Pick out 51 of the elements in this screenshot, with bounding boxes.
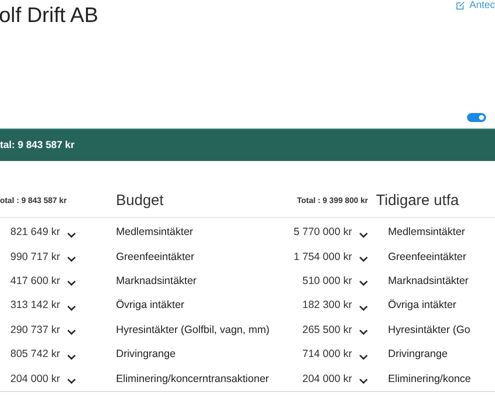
amount-cell-text: 5 770 000 kr xyxy=(292,226,352,238)
column-total: otal : 9 843 587 kr xyxy=(0,196,67,204)
amount-cell-text: 182 300 kr xyxy=(301,299,352,312)
amount-cell-text: 265 500 kr xyxy=(301,324,352,336)
chevron-down-icon[interactable] xyxy=(67,256,76,262)
account-name: Eliminering/konce xyxy=(387,372,472,385)
account-name: Övriga intäkter xyxy=(116,299,186,312)
chevron-down-icon[interactable] xyxy=(359,256,368,262)
toggle-switch[interactable] xyxy=(467,112,486,122)
amount-cell-text: 313 142 kr xyxy=(9,299,60,312)
page-title: olf Drift AB xyxy=(0,4,98,28)
amount-cell-text: 1 754 000 kr xyxy=(292,250,352,263)
chevron-down-icon[interactable] xyxy=(67,378,76,384)
account-name: Hyresintäkter (Golfbil, vagn, mm) xyxy=(116,324,270,336)
edit-icon xyxy=(456,1,466,10)
amount-cell-text: 290 737 kr xyxy=(9,324,60,336)
chevron-down-icon[interactable] xyxy=(67,304,76,311)
summary-total: tal: 9 843 587 kr xyxy=(0,140,74,150)
account-name: Eliminering/koncerntransaktioner xyxy=(116,372,270,385)
amount-cell-text: 204 000 kr xyxy=(9,372,60,385)
chevron-down-icon[interactable] xyxy=(67,280,76,286)
chevron-down-icon[interactable] xyxy=(359,378,368,384)
account-name: Drivingrange xyxy=(387,348,449,360)
amount-cell-text: 805 742 kr xyxy=(9,348,60,360)
account-name: Marknadsintäkter xyxy=(116,274,198,287)
chevron-down-icon[interactable] xyxy=(67,329,76,336)
chevron-down-icon[interactable] xyxy=(359,232,368,238)
chevron-down-icon[interactable] xyxy=(67,232,76,238)
amount-cell-text: 990 717 kr xyxy=(9,250,60,263)
column-heading: Budget xyxy=(116,192,164,208)
chevron-down-icon[interactable] xyxy=(359,280,368,286)
amount-cell-text: 510 000 kr xyxy=(301,274,352,287)
account-name: Greenfeeintäkter xyxy=(116,250,196,263)
notes-link[interactable]: Antec xyxy=(456,0,495,11)
account-name: Övriga intäkter xyxy=(387,299,458,312)
chevron-down-icon[interactable] xyxy=(359,329,368,336)
amount-cell-text: 204 000 kr xyxy=(301,372,352,385)
amount-cell-text: 821 649 kr xyxy=(9,226,60,238)
account-name: Medlemsintäkter xyxy=(116,226,194,238)
account-name: Medlemsintäkter xyxy=(387,226,466,238)
account-name: Hyresintäkter (Go xyxy=(387,324,472,336)
account-name: Drivingrange xyxy=(116,348,177,360)
chevron-down-icon[interactable] xyxy=(67,354,76,360)
amount-cell-text: 417 600 kr xyxy=(9,274,60,287)
column-total: Total : 9 399 800 kr xyxy=(297,196,368,204)
account-name: Marknadsintäkter xyxy=(387,274,470,287)
column-heading: Tidigare utfa xyxy=(376,192,460,208)
chevron-down-icon[interactable] xyxy=(359,304,368,311)
chevron-down-icon[interactable] xyxy=(359,354,368,360)
account-name: Greenfeeintäkter xyxy=(387,250,468,263)
amount-cell-text: 714 000 kr xyxy=(301,348,352,360)
